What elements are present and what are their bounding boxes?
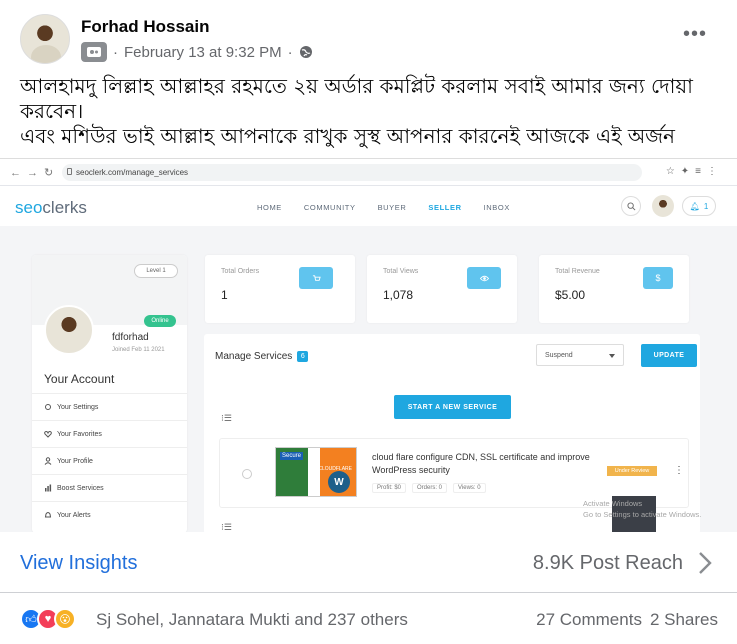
group-icon[interactable] bbox=[81, 42, 107, 62]
kebab-menu-icon: ⋮ bbox=[674, 465, 684, 476]
shares-count[interactable]: 2 Shares bbox=[650, 610, 718, 630]
bell-icon: 🔔︎ 1 bbox=[682, 196, 716, 216]
profile-username: fdforhad bbox=[112, 332, 149, 343]
site-navbar: seoclerks HOME COMMUNITY BUYER SELLER IN… bbox=[0, 186, 737, 226]
nav-link-inbox: INBOX bbox=[483, 203, 510, 212]
eye-icon bbox=[467, 267, 501, 289]
wordpress-icon: W bbox=[328, 471, 350, 493]
service-title: cloud flare configure CDN, SSL certifica… bbox=[372, 452, 590, 475]
more-options-button[interactable]: ••• bbox=[683, 24, 707, 44]
globe-icon bbox=[299, 45, 313, 59]
site-nav-links: HOME COMMUNITY BUYER SELLER INBOX bbox=[257, 203, 532, 212]
windows-activation-watermark: Activate Windows Go to Settings to activ… bbox=[583, 499, 702, 519]
start-new-service-button: START A NEW SERVICE bbox=[394, 395, 511, 419]
stat-label: Total Orders bbox=[221, 268, 260, 275]
nav-link-home: HOME bbox=[257, 203, 282, 212]
browser-nav-icons: ←→↻ bbox=[10, 167, 60, 179]
engagement-counts: 27 Comments 2 Shares bbox=[536, 610, 718, 630]
view-insights-link[interactable]: View Insights bbox=[20, 552, 137, 575]
stat-card-views: Total Views 1,078 bbox=[367, 255, 517, 323]
bell-glyph: 🔔︎ bbox=[689, 201, 700, 211]
post-text-line: আলহামদু লিল্লাহ আল্লাহর রহমতে ২য় অর্ডার… bbox=[20, 74, 693, 98]
heart-icon bbox=[44, 430, 52, 438]
post-reach[interactable]: 8.9K Post Reach bbox=[533, 552, 683, 575]
cart-icon bbox=[299, 267, 333, 289]
status-filter-select: Suspend bbox=[536, 344, 624, 366]
service-meta: Profit: $0 Orders: 0 Views: 0 bbox=[372, 483, 486, 493]
seoclerks-logo: seoclerks bbox=[15, 198, 87, 217]
author-name[interactable]: Forhad Hossain bbox=[81, 17, 209, 37]
browser-extension-icons: ☆✦≡⋮ bbox=[665, 166, 723, 177]
stat-value: $5.00 bbox=[555, 288, 586, 302]
chevron-down-icon bbox=[609, 354, 615, 358]
meta-separator: · bbox=[113, 43, 118, 61]
post-meta: · February 13 at 9:32 PM · bbox=[81, 42, 313, 62]
profile-card: Level 1 Online fdforhad Joined Feb 11 20… bbox=[32, 255, 187, 532]
profile-avatar bbox=[44, 305, 94, 355]
update-button: UPDATE bbox=[641, 344, 697, 367]
your-account-heading: Your Account bbox=[44, 372, 115, 386]
user-icon bbox=[44, 457, 52, 465]
post-text-line: এবং মশিউর ভাই আল্লাহ আপনাকে রাখুক সুস্থ … bbox=[20, 124, 675, 148]
nav-link-buyer: BUYER bbox=[377, 203, 407, 212]
profile-joined-date: Joined Feb 11 2021 bbox=[112, 347, 165, 353]
bar-chart-icon bbox=[45, 484, 52, 492]
nav-link-community: COMMUNITY bbox=[303, 203, 356, 212]
post-text: আলহামদু লিল্লাহ আল্লাহর রহমতে ২য় অর্ডার… bbox=[20, 74, 720, 149]
insights-bar: View Insights 8.9K Post Reach bbox=[0, 533, 737, 593]
account-menu-boost: Boost Services bbox=[32, 474, 187, 501]
manage-services-title: Manage Services 6 bbox=[215, 351, 309, 362]
service-views: Views: 0 bbox=[453, 483, 486, 493]
account-menu-profile: Your Profile bbox=[32, 447, 187, 474]
lock-icon bbox=[67, 168, 72, 175]
post-timestamp[interactable]: February 13 at 9:32 PM bbox=[124, 44, 282, 61]
nav-link-seller: SELLER bbox=[428, 203, 462, 212]
stat-label: Total Revenue bbox=[555, 268, 600, 275]
status-badge: Under Review bbox=[607, 466, 657, 476]
bell-icon bbox=[44, 512, 52, 518]
wow-icon: 😮︎ bbox=[54, 608, 76, 630]
account-menu-settings: Your Settings bbox=[32, 393, 187, 420]
dollar-icon: $ bbox=[643, 267, 673, 289]
author-avatar[interactable] bbox=[20, 14, 70, 64]
address-bar: seoclerk.com/manage_services bbox=[62, 164, 642, 181]
post-header: Forhad Hossain · February 13 at 9:32 PM … bbox=[0, 0, 737, 70]
account-menu-alerts: Your Alerts bbox=[32, 501, 187, 528]
service-profit: Profit: $0 bbox=[372, 483, 407, 493]
meta-separator: · bbox=[287, 43, 293, 61]
drag-handle-icon: ⁝☰ bbox=[221, 413, 232, 423]
service-thumbnail: Secure CLOUDFLARE W bbox=[275, 447, 357, 497]
reactors-summary[interactable]: Sj Sohel, Jannatara Mukti and 237 others bbox=[96, 610, 408, 630]
browser-toolbar: ←→↻ seoclerk.com/manage_services ☆✦≡⋮ bbox=[0, 159, 737, 186]
attached-screenshot[interactable]: ←→↻ seoclerk.com/manage_services ☆✦≡⋮ se… bbox=[0, 158, 737, 532]
notification-count: 1 bbox=[703, 201, 709, 211]
stat-card-revenue: Total Revenue $5.00 $ bbox=[539, 255, 689, 323]
gear-icon bbox=[45, 404, 51, 410]
reactions-bar: 👍︎ ♥ 😮︎ Sj Sohel, Jannatara Mukti and 23… bbox=[0, 594, 737, 644]
drag-handle-icon: ⁝☰ bbox=[221, 522, 232, 532]
chevron-right-icon[interactable] bbox=[697, 551, 713, 575]
site-user-avatar bbox=[652, 195, 674, 217]
reaction-icons[interactable]: 👍︎ ♥ 😮︎ bbox=[20, 608, 76, 630]
account-menu-favorites: Your Favorites bbox=[32, 420, 187, 447]
services-count-badge: 6 bbox=[297, 351, 309, 362]
post-text-line: করবেন। bbox=[20, 99, 84, 123]
stat-value: 1,078 bbox=[383, 288, 414, 302]
search-icon bbox=[621, 196, 641, 216]
comments-count[interactable]: 27 Comments bbox=[536, 610, 642, 630]
stat-card-orders: Total Orders 1 bbox=[205, 255, 355, 323]
online-badge: Online bbox=[144, 315, 176, 327]
service-orders: Orders: 0 bbox=[412, 483, 448, 493]
url-text: seoclerk.com/manage_services bbox=[76, 168, 189, 177]
stat-label: Total Views bbox=[383, 268, 419, 275]
level-badge: Level 1 bbox=[134, 264, 178, 278]
account-menu: Your Settings Your Favorites Your Profil… bbox=[32, 393, 187, 528]
stat-value: 1 bbox=[221, 288, 228, 302]
service-select-radio bbox=[242, 469, 252, 479]
